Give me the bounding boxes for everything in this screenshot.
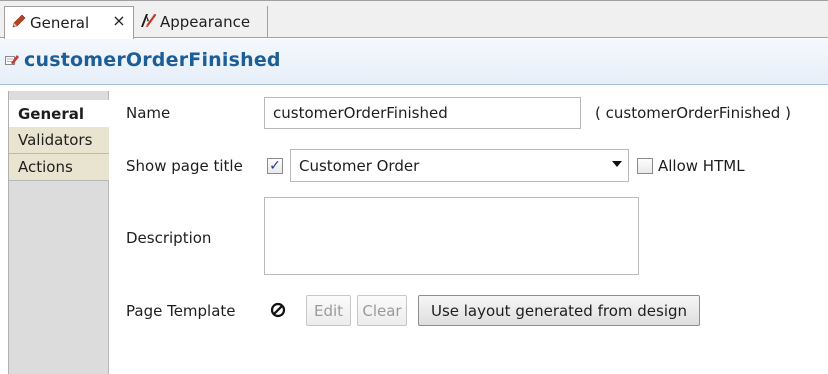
name-field[interactable]: customerOrderFinished [264,97,581,129]
side-tabs-border [8,91,9,374]
pencil-icon [11,13,27,33]
page-header: customerOrderFinished [0,39,828,85]
clear-template-button[interactable]: Clear [357,295,407,326]
side-tabs: General Validators Actions [8,91,110,374]
show-page-title-label: Show page title [126,157,243,175]
no-template-icon [270,302,286,318]
tab-general-label: General [30,14,90,32]
allow-html-label: Allow HTML [658,157,745,175]
tab-appearance-label: Appearance [160,12,251,31]
page-template-label: Page Template [126,302,236,320]
edit-template-button[interactable]: Edit [306,295,351,326]
side-tab-general[interactable]: General [8,100,110,127]
allow-html-checkbox[interactable] [637,158,653,174]
page-title: customerOrderFinished [24,49,281,71]
side-tab-validators[interactable]: Validators [8,127,109,154]
page-icon [4,52,20,68]
tab-general[interactable]: General × [4,6,134,39]
description-textarea[interactable] [264,197,639,275]
checkmark-icon: ✓ [269,158,281,174]
page-title-combo[interactable]: Customer Order [290,149,629,182]
appearance-icon [140,12,157,32]
show-page-title-checkbox[interactable]: ✓ [267,158,283,174]
tab-appearance[interactable]: Appearance [134,6,268,37]
page-title-value: Customer Order [299,156,420,175]
chevron-down-icon[interactable] [612,161,622,167]
active-tab-join [5,37,133,39]
close-icon[interactable]: × [111,13,127,29]
name-label: Name [126,104,171,122]
tab-strip-top-border [0,0,828,1]
side-tab-actions[interactable]: Actions [8,154,109,181]
use-generated-layout-button[interactable]: Use layout generated from design [418,295,700,326]
description-label: Description [126,229,212,247]
name-hint: ( customerOrderFinished ) [595,104,791,122]
